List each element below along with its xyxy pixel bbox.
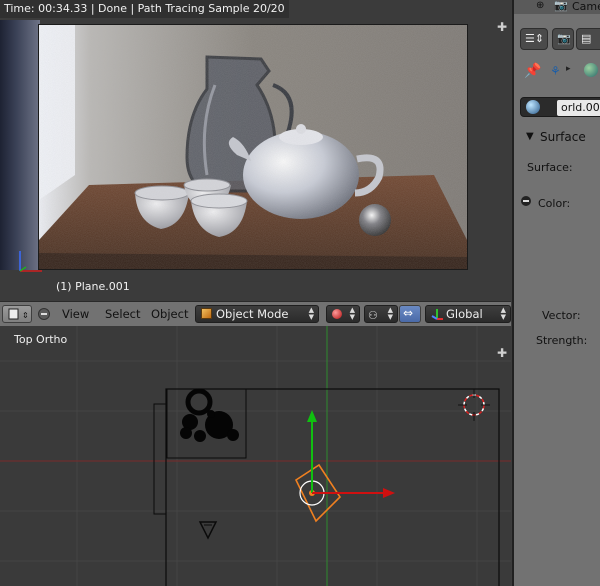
surface-panel-title[interactable]: Surface: [540, 130, 586, 144]
orientation-label: Global: [446, 307, 483, 321]
3d-view-header: ⇕ View Select Object Object Mode ▲ ▼ ▲ ▼ ⚇…: [0, 301, 511, 327]
render-status-text: Time: 00:34.33 | Done | Path Tracing Sam…: [0, 0, 289, 18]
viewport-canvas: [0, 326, 511, 586]
collapse-menus-icon[interactable]: [38, 308, 50, 320]
pin-icon[interactable]: 📌: [524, 63, 541, 79]
render-camera-icon: 📷: [557, 32, 571, 45]
y-arrow-head-icon[interactable]: [307, 410, 317, 422]
window-light-wall: [0, 20, 40, 270]
camera-object[interactable]: [198, 521, 218, 540]
render-layers-icon: ▤: [581, 32, 592, 45]
split-area-plus-icon[interactable]: ✚: [497, 347, 507, 359]
world-icon: [584, 63, 598, 77]
axis-gizmo: [19, 251, 42, 272]
color-label: Color:: [538, 197, 571, 210]
manipulator-toggle[interactable]: ⇔: [399, 305, 421, 323]
world-sphere-icon: [526, 100, 540, 114]
render-viewport[interactable]: Time: 00:34.33 | Done | Path Tracing Sam…: [0, 0, 511, 300]
menu-view[interactable]: View: [62, 307, 89, 321]
active-object-label: (1) Plane.001: [56, 280, 130, 293]
updown-arrows-icon: ▲ ▼: [349, 306, 355, 321]
3d-viewport-top-ortho[interactable]: ✚: [0, 326, 511, 586]
color-socket-minus-icon[interactable]: [521, 196, 531, 206]
surface-label: Surface:: [527, 161, 573, 174]
camera-icon: 📷: [554, 0, 568, 12]
editor-type-button[interactable]: ⇕: [2, 305, 32, 323]
scene-icon: ⚘: [550, 64, 561, 78]
pivot-point-dropdown[interactable]: ⚇ ▲ ▼: [364, 305, 398, 323]
x-arrow-head-icon[interactable]: [383, 488, 395, 498]
viewport-shading-dropdown[interactable]: ▲ ▼: [326, 305, 360, 323]
split-area-plus-icon[interactable]: ✚: [497, 21, 507, 33]
orientation-axes-icon: [431, 309, 443, 320]
world-datablock-field[interactable]: orld.001: [520, 97, 600, 117]
mode-label: Object Mode: [216, 307, 289, 321]
properties-panel: ⊕ 📷 Came ☰⇕ 📷 ▤ 📌 ⚘ ▸ orld.001 ▼ Surface…: [512, 0, 600, 586]
pivot-icon: ⚇: [368, 309, 378, 322]
3d-cursor-icon[interactable]: [458, 389, 490, 421]
object-mode-cube-icon: [201, 308, 212, 319]
breadcrumb-arrow-icon: ▸: [566, 64, 571, 74]
manipulator-arrows-icon: ⇔: [403, 306, 414, 320]
menu-select[interactable]: Select: [105, 307, 140, 321]
updown-arrows-icon: ▲ ▼: [387, 306, 393, 321]
transform-orientation-dropdown[interactable]: Global ▲ ▼: [425, 305, 511, 323]
editor-type-button[interactable]: ☰⇕: [520, 28, 548, 50]
expand-plus-icon[interactable]: ⊕: [536, 0, 544, 11]
updown-arrows-icon: ▲ ▼: [308, 306, 314, 321]
rendered-image: [39, 25, 467, 269]
updown-arrows-icon: ▲ ▼: [500, 306, 506, 321]
scene-objects-top[interactable]: [180, 388, 239, 442]
vector-label: Vector:: [542, 309, 581, 322]
outliner-strip: ⊕ 📷 Came: [514, 0, 600, 14]
properties-editor-icon: ☰⇕: [525, 32, 545, 45]
strength-label: Strength:: [536, 334, 588, 347]
properties-tabs: ☰⇕ 📷 ▤: [520, 28, 600, 50]
tab-render[interactable]: 📷: [552, 28, 574, 50]
panel-collapse-arrow-icon[interactable]: ▼: [526, 131, 534, 142]
outliner-item-camera[interactable]: Came: [572, 0, 600, 13]
mode-dropdown[interactable]: Object Mode ▲ ▼: [195, 305, 319, 323]
shading-sphere-icon: [332, 309, 342, 319]
world-name-input[interactable]: orld.001: [557, 100, 600, 116]
render-camera-frame: [38, 24, 468, 270]
menu-object[interactable]: Object: [151, 307, 188, 321]
svg-text:⇕: ⇕: [22, 311, 29, 320]
tab-render-layers[interactable]: ▤: [576, 28, 600, 50]
view-name-label: Top Ortho: [14, 333, 68, 346]
editor-cube-icon: ⇕: [8, 308, 29, 320]
window-outline[interactable]: [153, 403, 167, 515]
